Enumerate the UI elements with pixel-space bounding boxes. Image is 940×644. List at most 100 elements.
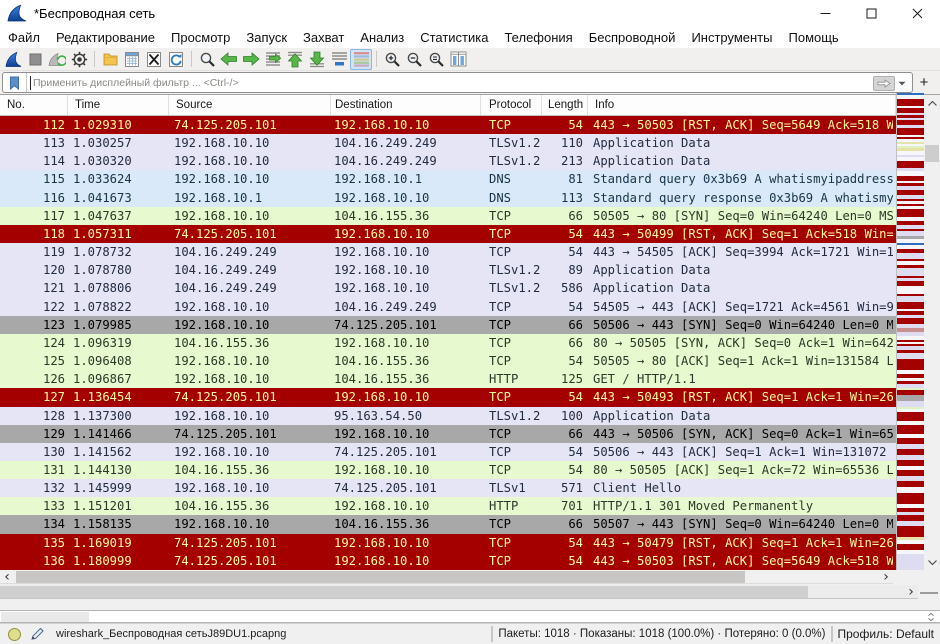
menu-файл[interactable]: Файл [0,27,48,48]
menu-захват[interactable]: Захват [295,27,352,48]
packet-row-114[interactable]: 1141.030320192.168.10.10104.16.249.249TL… [0,152,896,170]
cell-no: 134 [0,515,68,533]
wireshark-window: *Беспроводная сеть ФайлРедактированиеПро… [0,0,940,644]
colorize-button[interactable] [350,49,372,70]
menu-помощь[interactable]: Помощь [781,27,847,48]
menu-анализ[interactable]: Анализ [352,27,412,48]
packet-row-118[interactable]: 1181.05731174.125.205.101192.168.10.10TC… [0,225,896,243]
filter-bookmark-icon[interactable] [3,73,27,92]
packet-row-128[interactable]: 1281.137300192.168.10.1095.163.54.50TLSv… [0,407,896,425]
packet-row-116[interactable]: 1161.041673192.168.10.1192.168.10.10DNS1… [0,189,896,207]
packet-row-122[interactable]: 1221.078822192.168.10.10104.16.249.249TC… [0,298,896,316]
packet-row-124[interactable]: 1241.096319104.16.155.36192.168.10.10TCP… [0,334,896,352]
menu-статистика[interactable]: Статистика [412,27,496,48]
expert-info-icon[interactable] [8,628,21,641]
column-header-length[interactable]: Length [542,95,588,115]
column-header-info[interactable]: Info [588,95,896,115]
vertical-scrollbar[interactable] [924,95,940,570]
zoom-out-button[interactable] [403,49,425,70]
zoom-out-icon [406,51,423,68]
packet-row-136[interactable]: 1361.18099974.125.205.101192.168.10.10TC… [0,552,896,570]
packet-row-134[interactable]: 1341.158135192.168.10.10104.16.155.36TCP… [0,515,896,533]
gear-icon [71,51,88,68]
hscroll-thumb[interactable] [16,571,745,583]
packet-list-hscrollbar[interactable]: ‹ › [0,570,893,584]
menu-инструменты[interactable]: Инструменты [683,27,780,48]
display-filter-input[interactable]: Применить дисплейный фильтр ... <Ctrl-/> [2,72,913,93]
go-forward-button[interactable] [240,49,262,70]
cell-destination: 74.125.205.101 [331,443,481,461]
go-back-button[interactable] [218,49,240,70]
apply-filter-button[interactable] [873,76,895,91]
add-filter-button[interactable]: + [916,74,932,90]
zoom-reset-button[interactable] [425,49,447,70]
column-header-destination[interactable]: Destination [331,95,481,115]
cell-no: 128 [0,407,68,425]
packet-row-117[interactable]: 1171.047637192.168.10.10104.16.155.36TCP… [0,207,896,225]
zoom-in-button[interactable] [381,49,403,70]
collapsed-pane-selection [1,612,89,622]
scroll-down-arrow-icon[interactable] [924,556,940,568]
packet-row-125[interactable]: 1251.096408192.168.10.10104.16.155.36TCP… [0,352,896,370]
zoom-in-icon [384,51,401,68]
capture-options-button[interactable] [68,49,90,70]
edit-comment-icon[interactable] [30,627,46,641]
stop-capture-button[interactable] [24,49,46,70]
go-last-button[interactable] [306,49,328,70]
open-file-button[interactable] [99,49,121,70]
auto-scroll-button[interactable] [328,49,350,70]
hscroll2-right-arrow-icon[interactable]: › [904,585,918,599]
reload-file-button[interactable] [165,49,187,70]
pane-hscrollbar[interactable]: ‹ › [0,585,918,599]
menu-запуск[interactable]: Запуск [238,27,295,48]
packet-row-115[interactable]: 1151.033624192.168.10.10192.168.10.1DNS8… [0,170,896,188]
start-capture-button[interactable] [2,49,24,70]
cell-length: 66 [542,334,588,352]
cell-destination: 192.168.10.10 [331,334,481,352]
find-packet-button[interactable] [196,49,218,70]
packet-row-121[interactable]: 1211.078806104.16.249.249192.168.10.10TL… [0,279,896,297]
resize-columns-button[interactable] [447,49,469,70]
save-file-button[interactable] [121,49,143,70]
splitter-grip[interactable] [920,592,938,594]
packet-row-120[interactable]: 1201.078780104.16.249.249192.168.10.10TL… [0,261,896,279]
cell-time: 1.096319 [68,334,169,352]
column-header-source[interactable]: Source [169,95,331,115]
packet-row-126[interactable]: 1261.096867192.168.10.10104.16.155.36HTT… [0,370,896,388]
go-to-packet-button[interactable] [262,49,284,70]
packet-row-112[interactable]: 1121.02931074.125.205.101192.168.10.10TC… [0,116,896,134]
menu-телефония[interactable]: Телефония [496,27,580,48]
close-button[interactable] [894,0,940,26]
cell-length: 110 [542,134,588,152]
menu-беспроводной[interactable]: Беспроводной [581,27,684,48]
packet-row-132[interactable]: 1321.145999192.168.10.1074.125.205.101TL… [0,479,896,497]
packet-minimap[interactable] [896,93,924,570]
packet-row-135[interactable]: 1351.16901974.125.205.101192.168.10.10TC… [0,534,896,552]
maximize-button[interactable] [848,0,894,26]
vertical-scroll-thumb[interactable] [925,145,939,162]
menu-просмотр[interactable]: Просмотр [163,27,238,48]
hscroll2-thumb[interactable] [0,586,808,598]
packet-row-123[interactable]: 1231.079985192.168.10.1074.125.205.101TC… [0,316,896,334]
packet-row-113[interactable]: 1131.030257192.168.10.10104.16.249.249TL… [0,134,896,152]
filter-dropdown-button[interactable] [895,75,909,91]
packet-row-119[interactable]: 1191.078732104.16.249.249192.168.10.10TC… [0,243,896,261]
packet-row-127[interactable]: 1271.13645474.125.205.101192.168.10.10TC… [0,388,896,406]
restart-capture-button[interactable] [46,49,68,70]
close-file-button[interactable] [143,49,165,70]
mini-scroll-arrows-icon[interactable] [925,611,937,622]
packet-row-130[interactable]: 1301.141562192.168.10.1074.125.205.101TC… [0,443,896,461]
packet-row-133[interactable]: 1331.151201104.16.155.36192.168.10.10HTT… [0,497,896,515]
minimize-button[interactable] [802,0,848,26]
hscroll-left-arrow-icon[interactable]: ‹ [0,570,14,584]
menu-редактирование[interactable]: Редактирование [48,27,163,48]
packet-row-131[interactable]: 1311.144130104.16.155.36192.168.10.10TCP… [0,461,896,479]
scroll-up-arrow-icon[interactable] [924,97,940,109]
column-header-protocol[interactable]: Protocol [481,95,542,115]
hscroll-right-arrow-icon[interactable]: › [879,570,893,584]
column-header-no[interactable]: No. [0,95,68,115]
column-header-time[interactable]: Time [68,95,169,115]
go-first-button[interactable] [284,49,306,70]
cell-length: 66 [542,425,588,443]
packet-row-129[interactable]: 1291.14146674.125.205.101192.168.10.10TC… [0,425,896,443]
